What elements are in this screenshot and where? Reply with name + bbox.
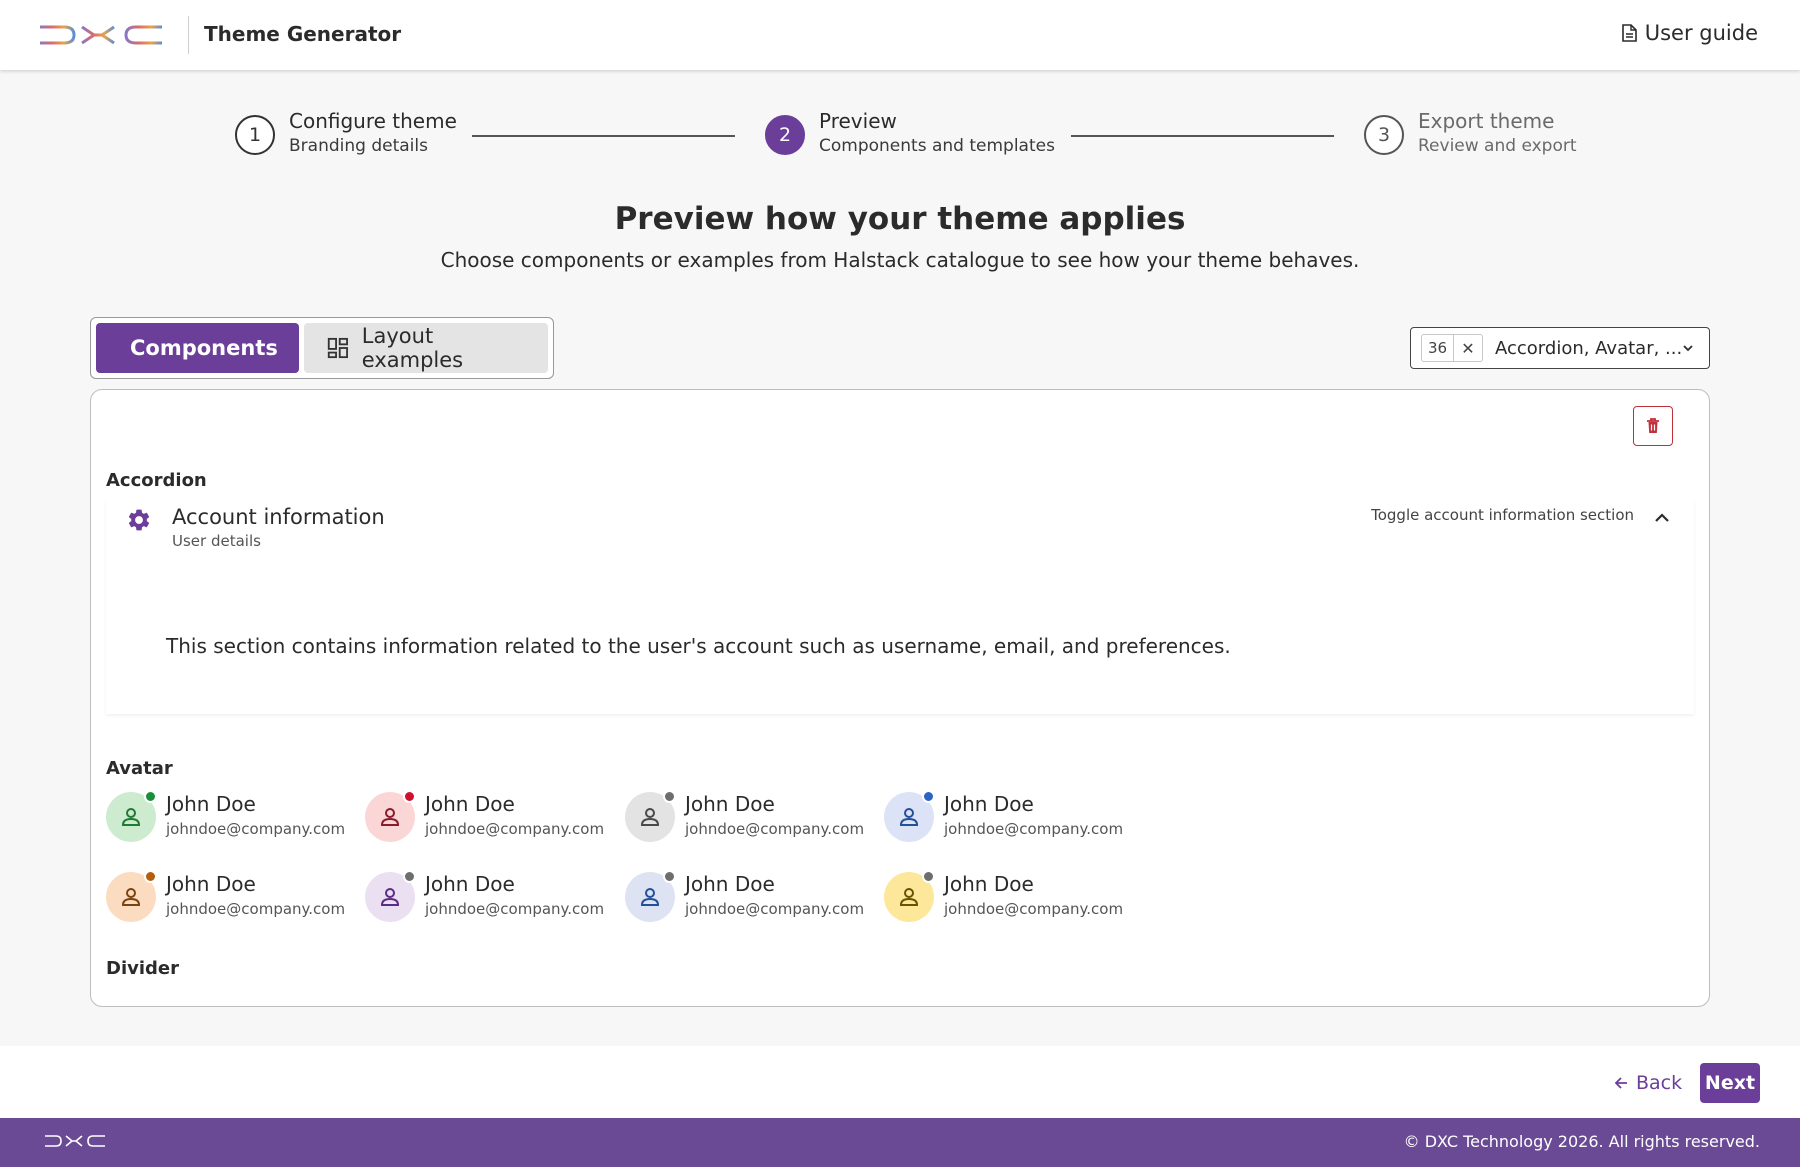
status-indicator: [922, 790, 935, 803]
accordion-subtitle: User details: [172, 532, 261, 550]
avatar-item: John Doe johndoe@company.com: [884, 870, 1134, 926]
avatar-name: John Doe: [425, 872, 515, 896]
selection-count: 36: [1422, 335, 1454, 361]
avatar-name: John Doe: [944, 872, 1034, 896]
step-connector: [472, 135, 735, 137]
step-title: Preview: [819, 109, 897, 133]
layout-examples-toggle-label: Layout examples: [361, 324, 464, 372]
status-indicator: [403, 870, 416, 883]
step-title: Configure theme: [289, 109, 457, 133]
dxc-logo: [45, 1135, 105, 1147]
gear-icon: [128, 509, 150, 531]
avatar-email: johndoe@company.com: [685, 900, 865, 918]
step-subtitle: Components and templates: [819, 136, 1055, 156]
avatar-item: John Doe johndoe@company.com: [625, 790, 875, 846]
clear-selection-icon[interactable]: ✕: [1454, 335, 1482, 361]
person-icon: [640, 808, 660, 826]
person-icon: [640, 888, 660, 906]
component-multiselect[interactable]: 36 ✕ Accordion, Avatar, ...: [1410, 327, 1710, 369]
accordion-header[interactable]: Account information User details Toggle …: [106, 500, 1694, 556]
avatar-section-title: Avatar: [106, 758, 173, 779]
user-guide-label: User guide: [1644, 21, 1758, 45]
trash-icon: [1647, 418, 1659, 433]
chevron-up-icon[interactable]: [1654, 512, 1670, 524]
avatar-email: johndoe@company.com: [944, 900, 1124, 918]
status-indicator: [663, 790, 676, 803]
status-indicator: [144, 790, 157, 803]
components-toggle-label: Components: [130, 336, 278, 360]
step-export-theme[interactable]: 3 Export theme Review and export: [1364, 108, 1577, 158]
chevron-down-icon: [1683, 345, 1693, 352]
step-number: 3: [1364, 115, 1404, 155]
avatar-item: John Doe johndoe@company.com: [365, 870, 615, 926]
person-icon: [899, 888, 919, 906]
app-header: Theme Generator User guide: [0, 0, 1800, 70]
accordion-section-title: Accordion: [106, 470, 207, 491]
avatar-item: John Doe johndoe@company.com: [365, 790, 615, 846]
page-title: Preview how your theme applies: [614, 201, 1186, 237]
avatar-name: John Doe: [685, 792, 775, 816]
components-toggle[interactable]: Components: [96, 323, 299, 373]
step-number: 1: [235, 115, 275, 155]
avatar-email: johndoe@company.com: [425, 820, 605, 838]
avatar-name: John Doe: [944, 792, 1034, 816]
person-icon: [380, 808, 400, 826]
header-divider: [188, 16, 189, 54]
status-indicator: [144, 870, 157, 883]
app-footer: © DXC Technology 2026. All rights reserv…: [0, 1118, 1800, 1167]
copyright-text: © DXC Technology 2026. All rights reserv…: [1403, 1132, 1760, 1151]
avatar-item: John Doe johndoe@company.com: [884, 790, 1134, 846]
dashboard-icon: [327, 337, 348, 359]
avatar-item: John Doe johndoe@company.com: [106, 790, 356, 846]
accordion-title: Account information: [172, 505, 385, 529]
person-icon: [121, 808, 141, 826]
avatar-name: John Doe: [166, 872, 256, 896]
clear-preview-button[interactable]: [1633, 406, 1673, 446]
back-button-label: Back: [1636, 1072, 1683, 1094]
step-preview[interactable]: 2 Preview Components and templates: [765, 108, 1055, 158]
avatar-email: johndoe@company.com: [944, 820, 1124, 838]
status-indicator: [403, 790, 416, 803]
avatar-email: johndoe@company.com: [166, 820, 346, 838]
avatar-email: johndoe@company.com: [685, 820, 865, 838]
accordion-toggle-label: Toggle account information section: [1371, 506, 1634, 524]
app-title: Theme Generator: [204, 22, 402, 46]
layout-examples-toggle[interactable]: Layout examples: [304, 323, 548, 373]
step-title: Export theme: [1418, 109, 1555, 133]
person-icon: [121, 888, 141, 906]
accordion-content: This section contains information relate…: [166, 634, 1231, 658]
avatar-email: johndoe@company.com: [166, 900, 346, 918]
stepper: 1 Configure theme Branding details 2 Pre…: [0, 108, 1800, 164]
avatar-item: John Doe johndoe@company.com: [625, 870, 875, 926]
page-description: Choose components or examples from Halst…: [440, 248, 1360, 272]
step-subtitle: Branding details: [289, 136, 428, 156]
document-icon: [1621, 24, 1637, 42]
person-icon: [899, 808, 919, 826]
avatar-email: johndoe@company.com: [425, 900, 605, 918]
avatar-name: John Doe: [685, 872, 775, 896]
step-subtitle: Review and export: [1418, 136, 1577, 156]
step-number: 2: [765, 115, 805, 155]
dxc-logo[interactable]: [38, 22, 164, 48]
step-configure-theme[interactable]: 1 Configure theme Branding details: [235, 108, 457, 158]
person-icon: [380, 888, 400, 906]
bottom-navigation-bar: [0, 1046, 1800, 1118]
view-toggle-group: Components Layout examples: [90, 317, 554, 379]
selection-count-badge: 36 ✕: [1421, 334, 1483, 362]
avatar-name: John Doe: [425, 792, 515, 816]
avatar-item: John Doe johndoe@company.com: [106, 870, 356, 926]
preview-panel: Accordion Account information User detai…: [90, 389, 1710, 1007]
step-connector: [1071, 135, 1334, 137]
divider-section-title: Divider: [106, 958, 179, 979]
back-button[interactable]: Back: [1608, 1064, 1688, 1102]
user-guide-link[interactable]: User guide: [1621, 21, 1758, 45]
avatar-name: John Doe: [166, 792, 256, 816]
status-indicator: [922, 870, 935, 883]
arrow-left-icon: [1614, 1077, 1627, 1089]
status-indicator: [663, 870, 676, 883]
next-button[interactable]: Next: [1700, 1063, 1760, 1103]
selected-components-value: Accordion, Avatar, ...: [1495, 337, 1683, 359]
accordion: Account information User details Toggle …: [106, 500, 1694, 714]
